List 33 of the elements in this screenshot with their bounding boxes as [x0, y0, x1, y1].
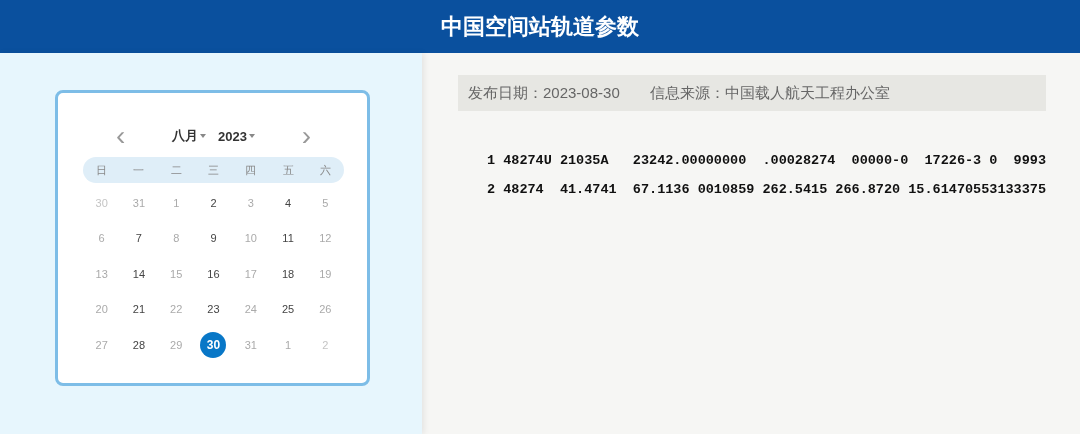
calendar-day[interactable]: 11	[275, 225, 302, 252]
next-month-button[interactable]: ›	[301, 124, 311, 148]
calendar-day[interactable]: 4	[275, 189, 302, 216]
calendar-day[interactable]: 23	[200, 296, 227, 323]
caret-icon	[200, 134, 207, 138]
weekday-label: 三	[207, 162, 220, 178]
weekday-label: 一	[132, 162, 146, 178]
publish-date: 发布日期：2023-08-30	[468, 83, 620, 103]
calendar-day[interactable]: 18	[275, 260, 302, 287]
calendar-day[interactable]: 14	[125, 260, 152, 287]
year-dropdown[interactable]: 2023	[218, 127, 255, 145]
page-title: 中国空间站轨道参数	[441, 12, 639, 41]
calendar-day[interactable]: 2	[312, 331, 339, 358]
weekday-label: 四	[244, 162, 258, 178]
calendar-day[interactable]: 7	[125, 225, 152, 252]
calendar-day[interactable]: 30	[200, 331, 227, 358]
calendar-day[interactable]: 30	[88, 189, 115, 216]
weekday-label: 二	[169, 162, 183, 178]
tle-line: 2 48274 41.4741 67.1136 0010859 262.5415 266.8720 15.61470553133375	[487, 182, 1046, 197]
tle-line: 1 48274U 21035A 23242.00000000 .00028274 00000-0 17226-3 0 9993	[487, 153, 1046, 168]
previous-month-button[interactable]: ‹	[116, 124, 126, 148]
calendar-day[interactable]: 21	[125, 296, 152, 323]
calendar-day[interactable]: 2	[200, 189, 227, 216]
info-source: 信息来源：中国载人航天工程办公室	[649, 83, 890, 103]
calendar-day[interactable]: 25	[275, 296, 302, 323]
calendar-day[interactable]: 16	[200, 260, 227, 287]
month-dropdown[interactable]: 八月	[172, 127, 207, 145]
calendar-day[interactable]: 9	[200, 225, 227, 252]
weekday-label: 五	[281, 162, 295, 178]
caret-icon	[248, 134, 255, 138]
weekday-label: 日	[95, 162, 109, 178]
calendar-day[interactable]: 28	[125, 331, 152, 358]
weekday-label: 六	[318, 162, 332, 178]
